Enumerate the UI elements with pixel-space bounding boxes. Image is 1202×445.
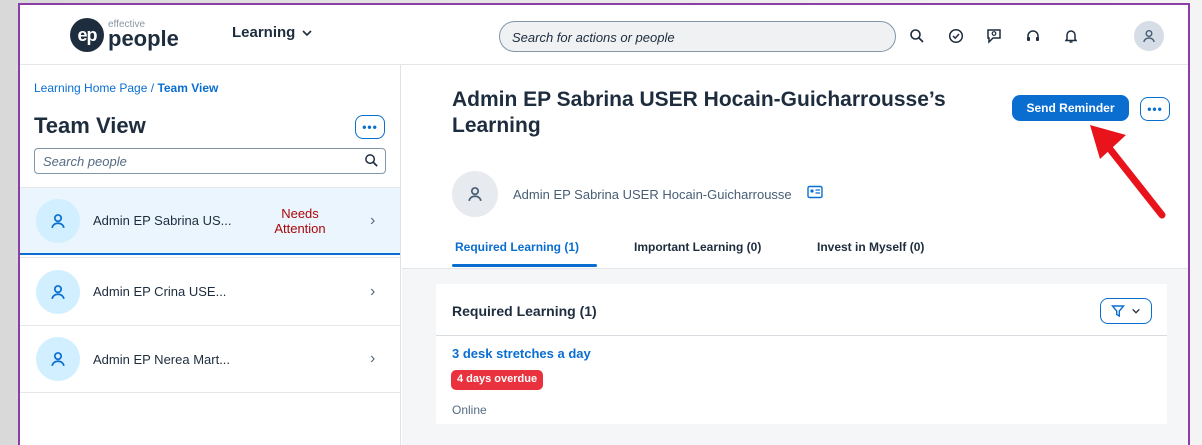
avatar — [452, 171, 498, 217]
bell-icon[interactable] — [1060, 25, 1082, 47]
logo-big-text: people — [108, 26, 179, 51]
chevron-right-icon: › — [370, 282, 376, 300]
company-logo[interactable]: ep effective people — [70, 18, 179, 52]
person-name: Admin EP Nerea Mart... — [93, 351, 231, 367]
required-learning-card: Required Learning (1) 3 desk stretches a… — [436, 284, 1167, 424]
overdue-badge: 4 days overdue — [451, 370, 544, 390]
shell-bar: ep effective people Learning Search for … — [20, 5, 1188, 65]
user-icon — [51, 284, 65, 299]
card-title: Required Learning (1) — [452, 303, 597, 319]
filter-button[interactable] — [1100, 298, 1152, 324]
team-panel: Learning Home Page / Team View Team View… — [20, 65, 401, 445]
headset-icon[interactable] — [1022, 25, 1044, 47]
user-icon — [51, 213, 65, 228]
app-switcher[interactable]: Learning — [232, 24, 313, 41]
person-row[interactable]: Admin EP Sabrina US... Needs Attention › — [20, 187, 400, 255]
people-search-input[interactable]: Search people — [34, 148, 386, 174]
course-link[interactable]: 3 desk stretches a day — [452, 346, 591, 361]
avatar — [36, 269, 80, 314]
breadcrumb-current: Team View — [157, 81, 219, 95]
annotation-arrow-icon — [1090, 125, 1166, 219]
logo-mark: ep — [70, 18, 104, 52]
person-name: Admin EP Sabrina US... — [93, 213, 232, 228]
breadcrumb-home-link[interactable]: Learning Home Page — [34, 81, 147, 95]
person-name: Admin EP Crina USE... — [93, 284, 227, 299]
app-window: ep effective people Learning Search for … — [18, 3, 1190, 445]
tab-required-learning[interactable]: Required Learning (1) — [455, 240, 579, 254]
learning-header: Admin EP Sabrina USER Hocain-Guicharrous… — [402, 65, 1188, 269]
chevron-right-icon: › — [370, 350, 376, 367]
person-row[interactable]: Admin EP Nerea Mart... › — [20, 325, 400, 393]
check-circle-icon[interactable] — [945, 25, 967, 47]
team-more-button[interactable]: ••• — [355, 115, 385, 139]
page-title: Team View — [34, 113, 146, 138]
user-icon — [1143, 30, 1155, 43]
avatar — [36, 337, 80, 381]
person-row[interactable]: Admin EP Crina USE... › — [20, 257, 400, 325]
user-icon — [468, 187, 482, 202]
breadcrumb: Learning Home Page / Team View — [34, 81, 219, 95]
delivery-method: Online — [452, 403, 487, 417]
tab-important-learning[interactable]: Important Learning (0) — [634, 240, 761, 254]
search-icon — [365, 154, 378, 167]
status-needs-attention: Needs Attention — [274, 205, 326, 236]
chevron-down-icon — [302, 29, 312, 36]
learning-content: Required Learning (1) 3 desk stretches a… — [402, 269, 1188, 445]
user-full-name: Admin EP Sabrina USER Hocain-Guicharrous… — [513, 187, 792, 202]
chevron-down-icon — [1132, 308, 1140, 314]
search-icon[interactable] — [906, 25, 928, 47]
global-search-input[interactable]: Search for actions or people — [499, 21, 896, 52]
learning-title: Admin EP Sabrina USER Hocain-Guicharrous… — [452, 88, 946, 137]
user-avatar[interactable] — [1134, 21, 1164, 51]
chat-icon[interactable] — [983, 25, 1005, 47]
avatar — [36, 198, 80, 243]
app-name: Learning — [232, 24, 296, 41]
active-tab-indicator — [452, 264, 597, 267]
chevron-right-icon: › — [370, 211, 376, 229]
user-icon — [51, 352, 65, 367]
tab-invest-in-myself[interactable]: Invest in Myself (0) — [817, 240, 924, 254]
contact-card-icon[interactable] — [807, 185, 823, 199]
filter-icon — [1111, 305, 1125, 318]
